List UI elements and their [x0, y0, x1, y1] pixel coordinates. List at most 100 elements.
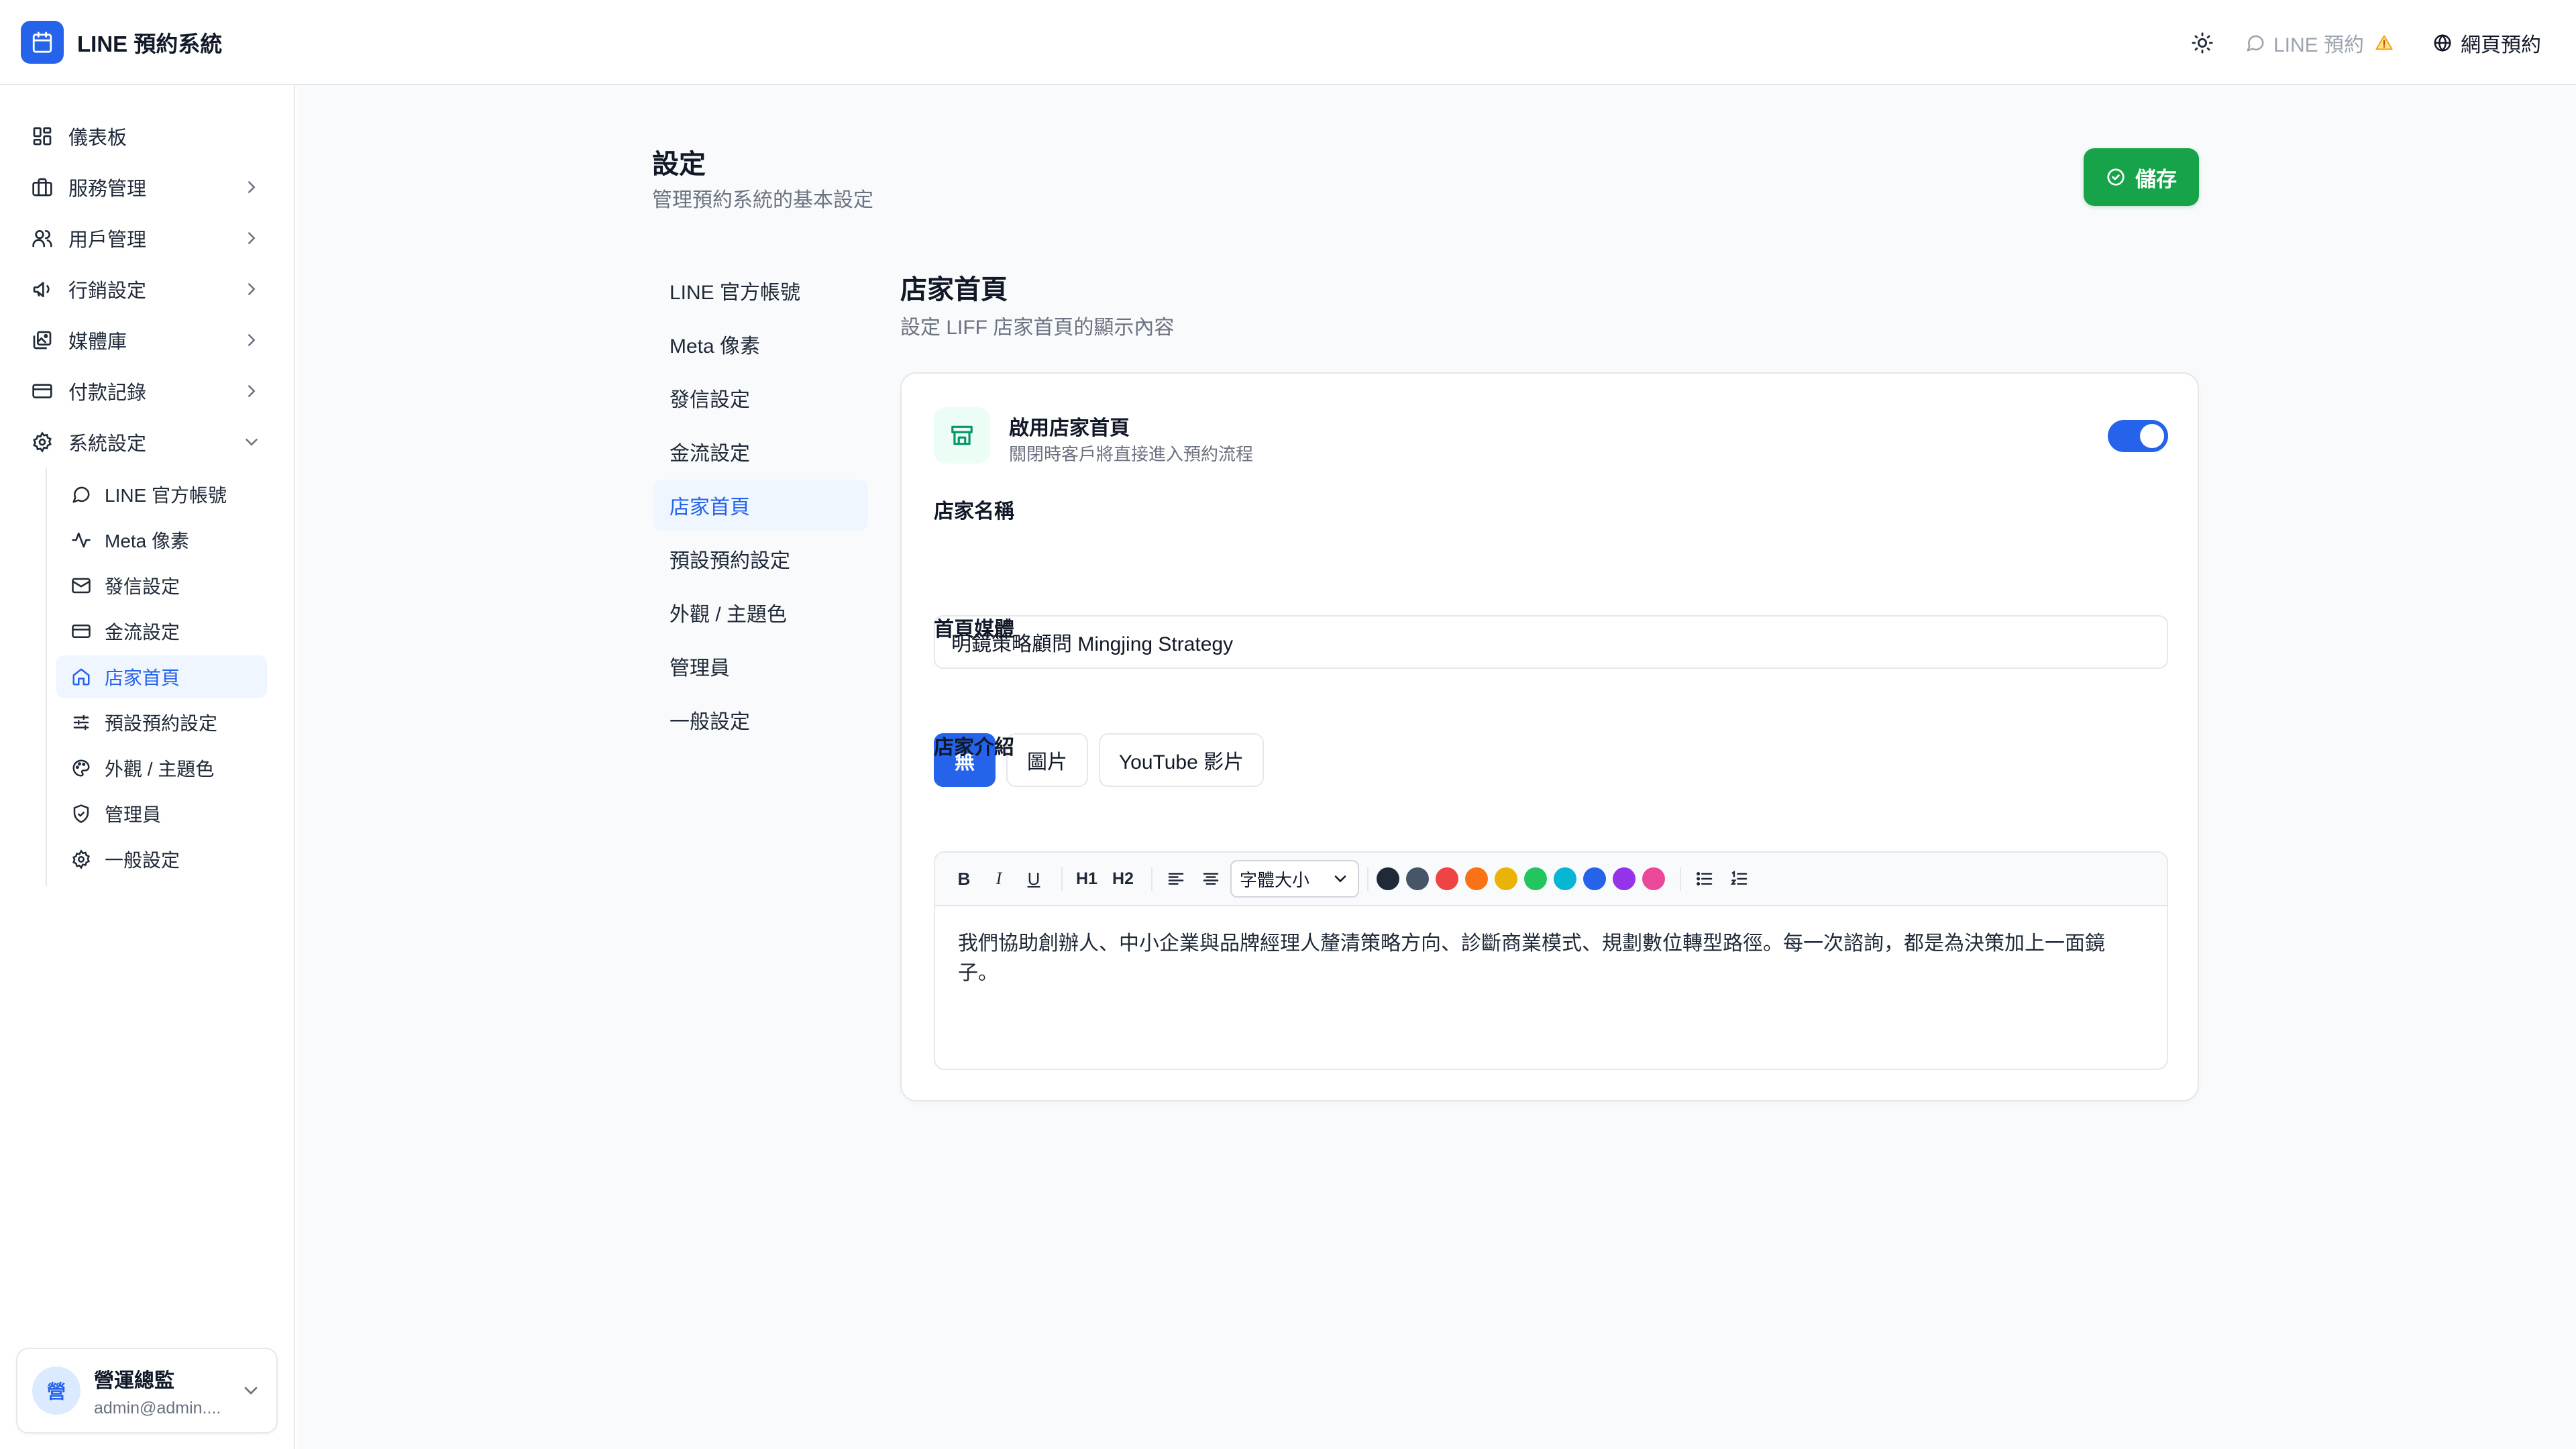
color-swatch[interactable] — [1553, 867, 1576, 890]
store-icon — [934, 407, 990, 464]
chat-bubble-icon — [71, 484, 91, 504]
app-title: LINE 預約系統 — [77, 32, 223, 56]
toggle-knob — [2140, 424, 2164, 448]
web-booking-label: 網頁預約 — [2461, 34, 2541, 56]
line-booking-link[interactable]: LINE 預約 — [2245, 28, 2394, 58]
mail-icon — [71, 576, 91, 596]
settings-tab-general[interactable]: 一般設定 — [653, 694, 868, 745]
sidebar-subitem-admins[interactable]: 管理員 — [56, 792, 267, 835]
sidebar-subitem-default-booking[interactable]: 預設預約設定 — [56, 701, 267, 744]
sidebar-subitem-general[interactable]: 一般設定 — [56, 838, 267, 881]
briefcase-icon — [31, 176, 54, 199]
sidebar-item-label: 系統設定 — [68, 433, 147, 455]
heading1-button[interactable]: H1 — [1071, 861, 1103, 896]
sidebar-subitem-label: LINE 官方帳號 — [105, 485, 227, 506]
settings-tab-default-booking[interactable]: 預設預約設定 — [653, 533, 868, 584]
sidebar-item-marketing[interactable]: 行銷設定 — [16, 264, 278, 315]
color-swatch[interactable] — [1376, 867, 1399, 890]
sidebar-subitem-store-home[interactable]: 店家首頁 — [56, 655, 267, 698]
settings-tab-admins[interactable]: 管理員 — [653, 641, 868, 692]
page-title: 設定 — [652, 150, 706, 179]
editor-content[interactable]: 我們協助創辦人、中小企業與品牌經理人釐清策略方向、診斷商業模式、規劃數位轉型路徑… — [935, 906, 2167, 1011]
media-option-youtube[interactable]: YouTube 影片 — [1099, 733, 1264, 787]
sidebar-subitem-line-account[interactable]: LINE 官方帳號 — [56, 473, 267, 516]
store-name-input[interactable] — [934, 615, 2168, 669]
settings-tab-store-home[interactable]: 店家首頁 — [653, 480, 868, 531]
bold-button[interactable]: B — [949, 861, 979, 896]
cog-icon — [71, 849, 91, 869]
globe-icon — [2432, 33, 2453, 53]
sidebar-item-payments[interactable]: 付款記錄 — [16, 366, 278, 417]
color-swatch[interactable] — [1612, 867, 1635, 890]
enable-store-home-row: 啟用店家首頁 關閉時客戶將直接進入預約流程 — [934, 407, 2168, 465]
font-size-select[interactable]: 字體大小 — [1230, 860, 1359, 898]
sidebar-item-dashboard[interactable]: 儀表板 — [16, 111, 278, 162]
sidebar-item-media[interactable]: 媒體庫 — [16, 315, 278, 366]
numbered-list-icon[interactable] — [1724, 861, 1755, 896]
sidebar-subitem-meta-pixel[interactable]: Meta 像素 — [56, 519, 267, 561]
sidebar-subitem-label: 店家首頁 — [105, 667, 180, 688]
chevron-right-icon — [241, 279, 262, 299]
align-center-icon[interactable] — [1195, 861, 1226, 896]
sidebar-nav: 儀表板 服務管理 用戶管理 行銷設定 媒體庫 付款記錄 系統設定 LINE 官方… — [16, 111, 278, 886]
section-subtitle: 設定 LIFF 店家首頁的顯示內容 — [900, 317, 1175, 339]
web-booking-link[interactable]: 網頁預約 — [2432, 28, 2541, 58]
toolbar-divider — [1679, 867, 1681, 891]
color-swatch[interactable] — [1523, 867, 1547, 890]
home-icon — [71, 667, 91, 687]
color-swatch[interactable] — [1582, 867, 1606, 890]
underline-button[interactable]: U — [1018, 861, 1049, 896]
color-swatch[interactable] — [1464, 867, 1488, 890]
sidebar-subitem-mail[interactable]: 發信設定 — [56, 564, 267, 607]
sidebar-item-users[interactable]: 用戶管理 — [16, 213, 278, 264]
settings-tab-meta-pixel[interactable]: Meta 像素 — [653, 319, 868, 370]
sidebar-item-system-settings[interactable]: 系統設定 — [16, 417, 278, 468]
line-booking-label: LINE 預約 — [2273, 34, 2364, 56]
media-label: 首頁媒體 — [934, 619, 1014, 641]
sidebar-item-label: 媒體庫 — [68, 331, 127, 353]
color-swatch[interactable] — [1494, 867, 1517, 890]
editor-toolbar: B I U H1 H2 字體大小 — [935, 853, 2167, 906]
save-label: 儲存 — [2135, 167, 2177, 191]
check-circle-icon — [2106, 167, 2126, 187]
sidebar-subitem-payment[interactable]: 金流設定 — [56, 610, 267, 653]
images-icon — [31, 329, 54, 352]
bullet-list-icon[interactable] — [1689, 861, 1720, 896]
italic-button[interactable]: I — [983, 861, 1014, 896]
sidebar-item-label: 付款記錄 — [68, 382, 147, 404]
activity-icon — [71, 530, 91, 550]
brand[interactable]: LINE 預約系統 — [21, 21, 222, 64]
enable-store-home-toggle[interactable] — [2108, 420, 2168, 452]
sun-icon[interactable] — [2185, 25, 2220, 60]
warning-icon — [2375, 34, 2394, 52]
chevron-down-icon — [1331, 869, 1350, 888]
sidebar: 儀表板 服務管理 用戶管理 行銷設定 媒體庫 付款記錄 系統設定 LINE 官方… — [0, 85, 295, 1449]
align-left-icon[interactable] — [1161, 861, 1191, 896]
user-menu[interactable]: 營 營運總監 admin@admin.... — [16, 1348, 278, 1434]
shield-icon — [71, 804, 91, 824]
color-swatch[interactable] — [1435, 867, 1458, 890]
toolbar-divider — [1150, 867, 1152, 891]
color-swatch[interactable] — [1405, 867, 1429, 890]
user-email: admin@admin.... — [94, 1398, 221, 1417]
heading2-button[interactable]: H2 — [1107, 861, 1139, 896]
avatar: 營 — [32, 1366, 80, 1415]
megaphone-icon — [31, 278, 54, 301]
settings-tab-line-account[interactable]: LINE 官方帳號 — [653, 265, 868, 316]
sidebar-subitem-label: Meta 像素 — [105, 531, 190, 551]
sidebar-subitem-appearance[interactable]: 外觀 / 主題色 — [56, 747, 267, 790]
sidebar-item-services[interactable]: 服務管理 — [16, 162, 278, 213]
chevron-down-icon — [241, 432, 262, 452]
main-content: 設定 管理預約系統的基本設定 儲存 LINE 官方帳號 Meta 像素 發信設定… — [297, 85, 2576, 1449]
settings-tab-appearance[interactable]: 外觀 / 主題色 — [653, 587, 868, 638]
save-button[interactable]: 儲存 — [2084, 148, 2199, 206]
user-name: 營運總監 — [94, 1369, 174, 1392]
store-home-card: 啟用店家首頁 關閉時客戶將直接進入預約流程 店家名稱 首頁媒體 無 圖片 You… — [900, 372, 2199, 1102]
settings-tab-mail[interactable]: 發信設定 — [653, 372, 868, 423]
palette-icon — [71, 758, 91, 778]
settings-tab-payment[interactable]: 金流設定 — [653, 426, 868, 477]
sliders-icon — [71, 712, 91, 733]
media-option-image[interactable]: 圖片 — [1006, 733, 1088, 787]
color-swatch[interactable] — [1642, 867, 1665, 890]
chevron-right-icon — [241, 330, 262, 350]
